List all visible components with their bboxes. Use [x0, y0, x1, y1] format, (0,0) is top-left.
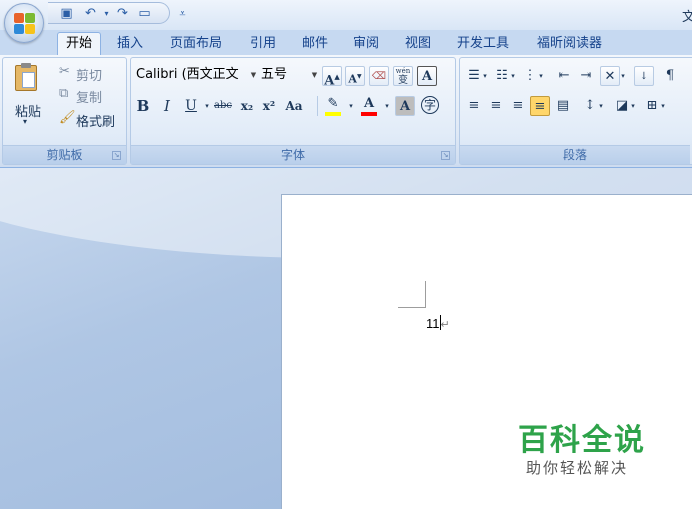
- tab-insert[interactable]: 插入: [117, 34, 143, 55]
- paste-icon: [15, 63, 37, 91]
- font-size-combo[interactable]: 五号 ▼: [258, 65, 320, 87]
- watermark-subtitle: 助你轻松解决: [526, 459, 629, 477]
- subscript-icon[interactable]: x₂: [237, 96, 257, 116]
- clear-formatting-icon[interactable]: ⌫: [369, 66, 389, 86]
- ribbon: 粘贴 ▾ ✂ 剪切 ⧉ 复制 🖌 格式刷 剪贴板 ↘ Calibri (西文正文…: [0, 55, 692, 168]
- cut-label: 剪切: [76, 69, 103, 84]
- tab-foxit-reader[interactable]: 福昕阅读器: [537, 34, 602, 55]
- font-color-bar: [361, 112, 377, 116]
- tab-review[interactable]: 审阅: [353, 34, 379, 55]
- bullets-dropdown-icon[interactable]: ▾: [480, 66, 490, 86]
- font-group: Calibri (西文正文 ▼ 五号 ▼ A▲ A▼ ⌫ wén 变 A B I …: [130, 57, 456, 165]
- brush-icon: 🖌: [59, 110, 76, 125]
- distributed-icon[interactable]: ▤: [553, 96, 573, 116]
- document-workspace: 11↵ 百科全说 助你轻松解决: [0, 168, 692, 509]
- character-border-icon[interactable]: A: [417, 66, 437, 86]
- paste-button[interactable]: 粘贴 ▾: [6, 60, 46, 134]
- print-preview-icon[interactable]: ▭: [136, 5, 153, 22]
- tab-developer[interactable]: 开发工具: [457, 34, 509, 55]
- align-center-icon[interactable]: ≡: [486, 96, 506, 116]
- align-left-icon[interactable]: ≡: [464, 96, 484, 116]
- font-color-icon[interactable]: A: [359, 94, 379, 116]
- font-color-dropdown-icon[interactable]: ▾: [377, 96, 397, 116]
- clipboard-group-label: 剪贴板: [3, 145, 126, 164]
- tab-view[interactable]: 视图: [405, 34, 431, 55]
- font-size-dropdown-icon[interactable]: ▼: [309, 65, 320, 85]
- ribbon-tabs: 开始 插入 页面布局 引用 邮件 审阅 视图 开发工具 福昕阅读器: [0, 30, 692, 55]
- font-dialog-launcher-icon[interactable]: ↘: [441, 151, 450, 160]
- tab-references[interactable]: 引用: [250, 34, 276, 55]
- paragraph-group: ☰ ▾ ☷ ▾ ⋮ ▾ ⇤ ⇥ ✕ ▾ ↓ ¶ ≡ ≡ ≡ ≡ ▤ ↕ ▾ ◪ …: [459, 57, 692, 165]
- office-logo-icon: [14, 13, 35, 34]
- paste-label: 粘贴: [15, 105, 42, 120]
- change-case-icon[interactable]: Aa: [282, 96, 306, 116]
- window-title: 文: [682, 10, 692, 25]
- font-name-combo[interactable]: Calibri (西文正文 ▼: [133, 65, 259, 87]
- character-shading-icon[interactable]: A: [395, 96, 415, 116]
- italic-icon[interactable]: I: [157, 96, 177, 116]
- increase-indent-icon[interactable]: ⇥: [576, 66, 596, 86]
- cut-button[interactable]: ✂ 剪切: [55, 62, 125, 84]
- clipboard-dialog-launcher-icon[interactable]: ↘: [112, 151, 121, 160]
- copy-icon: ⧉: [59, 86, 69, 101]
- borders-dropdown-icon[interactable]: ▾: [658, 96, 668, 116]
- justify-icon[interactable]: ≡: [530, 96, 550, 116]
- redo-icon[interactable]: ↷: [114, 5, 131, 22]
- align-right-icon[interactable]: ≡: [508, 96, 528, 116]
- superscript-icon[interactable]: x²: [259, 96, 279, 116]
- undo-icon[interactable]: ↶: [82, 5, 99, 22]
- grow-font-icon[interactable]: A▲: [322, 66, 342, 88]
- show-marks-icon[interactable]: ¶: [660, 66, 680, 86]
- office-button[interactable]: [4, 3, 44, 43]
- highlight-dropdown-icon[interactable]: ▾: [341, 96, 361, 116]
- quick-access-toolbar: ▣ ↶ ▾ ↷ ▭: [48, 2, 170, 24]
- format-painter-button[interactable]: 🖌 格式刷: [55, 108, 125, 130]
- bold-icon[interactable]: B: [133, 96, 153, 116]
- decrease-indent-icon[interactable]: ⇤: [554, 66, 574, 86]
- paragraph-mark: ↵: [440, 319, 450, 331]
- margin-corner-mark: [425, 281, 426, 307]
- customize-qat-icon[interactable]: ⩡: [174, 5, 191, 22]
- document-text[interactable]: 11↵: [426, 315, 450, 331]
- scissors-icon: ✂: [59, 64, 70, 79]
- highlight-icon[interactable]: ✎: [323, 94, 343, 116]
- title-bar: ▣ ↶ ▾ ↷ ▭ ⩡ 文: [0, 0, 692, 43]
- phonetic-guide-icon[interactable]: wén 变: [393, 66, 413, 86]
- chinese-layout-icon[interactable]: ✕: [600, 66, 620, 86]
- paragraph-group-label: 段落: [460, 145, 690, 164]
- tab-home[interactable]: 开始: [57, 32, 102, 55]
- chinese-layout-dropdown-icon[interactable]: ▾: [618, 66, 628, 86]
- save-icon[interactable]: ▣: [58, 5, 75, 22]
- highlight-color-bar: [325, 112, 341, 116]
- copy-button[interactable]: ⧉ 复制: [55, 84, 125, 106]
- undo-dropdown-icon[interactable]: ▾: [98, 5, 115, 22]
- line-spacing-dropdown-icon[interactable]: ▾: [596, 96, 606, 116]
- paste-dropdown-icon: ▾: [23, 117, 28, 126]
- font-group-label: 字体: [131, 145, 455, 164]
- tab-page-layout[interactable]: 页面布局: [170, 34, 222, 55]
- numbering-dropdown-icon[interactable]: ▾: [508, 66, 518, 86]
- strikethrough-icon[interactable]: abc: [213, 96, 233, 116]
- document-page[interactable]: 11↵ 百科全说 助你轻松解决: [281, 194, 692, 509]
- multilevel-dropdown-icon[interactable]: ▾: [536, 66, 546, 86]
- document-body-text: 11: [426, 316, 440, 331]
- tab-mailings[interactable]: 邮件: [302, 34, 328, 55]
- watermark-title: 百科全说: [518, 423, 646, 458]
- shrink-font-icon[interactable]: A▼: [345, 66, 365, 86]
- shading-dropdown-icon[interactable]: ▾: [628, 96, 638, 116]
- clipboard-group: 粘贴 ▾ ✂ 剪切 ⧉ 复制 🖌 格式刷 剪贴板 ↘: [2, 57, 127, 165]
- enclose-characters-icon[interactable]: 字: [421, 96, 439, 114]
- format-painter-label: 格式刷: [76, 115, 116, 130]
- copy-label: 复制: [76, 91, 103, 106]
- sort-icon[interactable]: ↓: [634, 66, 654, 86]
